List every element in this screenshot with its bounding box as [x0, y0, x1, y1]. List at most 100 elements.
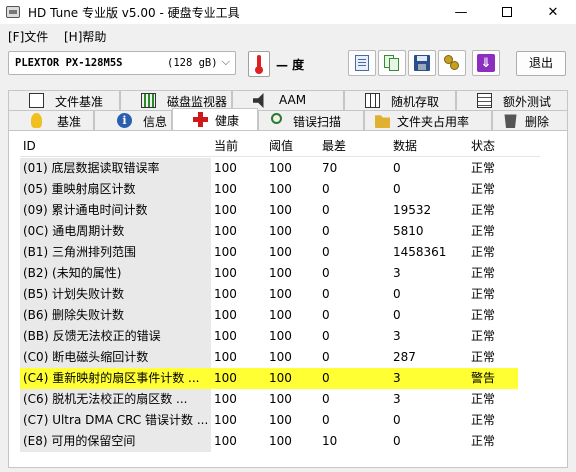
cell-id: (05) 重映射扇区计数: [20, 179, 211, 200]
hdtune-app-icon: [6, 6, 20, 18]
cell-status: 正常: [471, 182, 496, 196]
maximize-button[interactable]: [484, 0, 530, 24]
table-row[interactable]: (B2) (未知的属性) 100 100 0 3 正常: [20, 263, 518, 284]
tab-label: 信息: [143, 115, 168, 129]
save-button[interactable]: [408, 50, 436, 76]
cell-threshold: 100: [269, 413, 292, 427]
tab-erase[interactable]: 删除: [492, 110, 568, 130]
cell-threshold: 100: [266, 368, 319, 389]
column-header-worst[interactable]: 最差: [319, 136, 390, 156]
cell-data: 19532: [393, 203, 432, 217]
cell-current: 100: [214, 287, 237, 301]
list-icon: [477, 93, 492, 108]
tab-health[interactable]: 健康: [172, 108, 258, 130]
document-icon: [355, 55, 369, 71]
copy-all-button[interactable]: [378, 50, 406, 76]
cell-data: 0: [393, 182, 401, 196]
table-row[interactable]: (B5) 计划失败计数 100 100 0 0 正常: [20, 284, 518, 305]
tab-disk-monitor[interactable]: 磁盘监视器: [120, 90, 232, 110]
tab-benchmark[interactable]: 基准: [8, 110, 94, 130]
column-header-id[interactable]: ID: [20, 136, 211, 156]
table-row[interactable]: (E8) 可用的保留空间 100 100 10 0 正常: [20, 431, 518, 452]
document-icon: [29, 93, 44, 108]
tab-label: 随机存取: [391, 95, 440, 109]
copy-text-button[interactable]: [348, 50, 376, 76]
cell-id: (BB) 反馈无法校正的错误: [20, 326, 211, 347]
temperature-readout: — 度: [276, 58, 305, 72]
speaker-icon: [253, 93, 264, 108]
cell-id: (B2) (未知的属性): [20, 263, 211, 284]
exit-button[interactable]: 退出: [516, 51, 566, 76]
title-bar: HD Tune 专业版 v5.00 - 硬盘专业工具 — ✕: [0, 0, 576, 24]
cell-threshold: 100: [269, 224, 292, 238]
column-header-status[interactable]: 状态: [468, 136, 518, 156]
tab-file-benchmark[interactable]: 文件基准: [8, 90, 120, 110]
tab-info[interactable]: i 信息: [94, 110, 172, 130]
table-row[interactable]: (09) 累计通电时间计数 100 100 0 19532 正常: [20, 200, 518, 221]
cell-current: 100: [214, 266, 237, 280]
column-header-threshold[interactable]: 阈值: [266, 136, 319, 156]
table-row[interactable]: (C6) 脱机无法校正的扇区数 ... 100 100 0 3 正常: [20, 389, 518, 410]
floppy-disk-icon: [414, 55, 430, 71]
cell-data: 0: [393, 308, 401, 322]
menu-bar: [F]文件 [H]帮助: [0, 24, 576, 46]
cell-threshold: 100: [269, 161, 292, 175]
tab-random-access[interactable]: 随机存取: [344, 90, 456, 110]
cell-threshold: 100: [269, 287, 292, 301]
cell-current: 100: [214, 392, 237, 406]
menu-file[interactable]: [F]文件: [8, 28, 48, 45]
tab-aam[interactable]: AAM: [232, 90, 344, 110]
toolbar: PLEXTOR PX-128M5S (128 gB) ⌵ — 度 ⇓ 退出: [0, 46, 576, 84]
drive-select[interactable]: PLEXTOR PX-128M5S (128 gB) ⌵: [8, 51, 236, 75]
menu-help[interactable]: [H]帮助: [64, 28, 106, 45]
cell-worst: 0: [322, 413, 330, 427]
tab-extra-tests[interactable]: 额外测试: [456, 90, 568, 110]
tab-label: 文件夹占用率: [397, 115, 470, 129]
cell-worst: 0: [322, 266, 330, 280]
tab-label: 额外测试: [503, 95, 552, 109]
tab-row-bottom: 基准 i 信息 健康 错误扫描 文件夹占用率 删除: [8, 108, 568, 130]
cell-id: (E8) 可用的保留空间: [20, 431, 211, 452]
options-button[interactable]: [438, 50, 466, 76]
cell-status: 警告: [468, 368, 518, 389]
cell-id: (C0) 断电磁头缩回计数: [20, 347, 211, 368]
table-row[interactable]: (C4) 重新映射的扇区事件计数 ... 100 100 0 3 警告: [20, 368, 518, 389]
cell-id: (B6) 删除失败计数: [20, 305, 211, 326]
table-row[interactable]: (B6) 删除失败计数 100 100 0 0 正常: [20, 305, 518, 326]
column-header-current[interactable]: 当前: [211, 136, 266, 156]
cell-data: 287: [393, 350, 416, 364]
minimize-button[interactable]: —: [438, 0, 484, 24]
cell-data: 0: [393, 434, 401, 448]
cell-current: 100: [214, 161, 237, 175]
cell-status: 正常: [471, 266, 496, 280]
tab-folder-usage[interactable]: 文件夹占用率: [364, 110, 492, 130]
tab-error-scan[interactable]: 错误扫描: [258, 110, 364, 130]
cell-current: 100: [214, 245, 237, 259]
tab-label: 健康: [215, 114, 240, 128]
cell-worst: 0: [322, 245, 330, 259]
table-row[interactable]: (0C) 通电周期计数 100 100 0 5810 正常: [20, 221, 518, 242]
table-row[interactable]: (B1) 三角洲排列范围 100 100 0 1458361 正常: [20, 242, 518, 263]
table-row[interactable]: (BB) 反馈无法校正的错误 100 100 0 3 正常: [20, 326, 518, 347]
cell-status: 正常: [471, 308, 496, 322]
cell-threshold: 100: [269, 245, 292, 259]
cell-data: 0: [393, 413, 401, 427]
documents-icon: [384, 55, 400, 71]
table-row[interactable]: (C0) 断电磁头缩回计数 100 100 0 287 正常: [20, 347, 518, 368]
folder-icon: [375, 115, 390, 128]
bar-chart-icon: [141, 93, 156, 108]
close-button[interactable]: ✕: [530, 0, 576, 24]
cell-data: 5810: [393, 224, 424, 238]
cell-status: 正常: [471, 329, 496, 343]
download-button[interactable]: ⇓: [472, 50, 500, 76]
table-row[interactable]: (05) 重映射扇区计数 100 100 0 0 正常: [20, 179, 518, 200]
table-row[interactable]: (C7) Ultra DMA CRC 错误计数 ... 100 100 0 0 正常: [20, 410, 518, 431]
table-row[interactable]: (01) 底层数据读取错误率 100 100 70 0 正常: [20, 158, 518, 179]
column-header-data[interactable]: 数据: [390, 136, 468, 156]
tab-label: 删除: [525, 115, 550, 129]
window-title: HD Tune 专业版 v5.00 - 硬盘专业工具: [28, 6, 240, 20]
cell-id: (B5) 计划失败计数: [20, 284, 211, 305]
cell-id: (C4) 重新映射的扇区事件计数 ...: [20, 368, 211, 389]
cell-data: 3: [393, 266, 401, 280]
cell-current: 100: [214, 308, 237, 322]
